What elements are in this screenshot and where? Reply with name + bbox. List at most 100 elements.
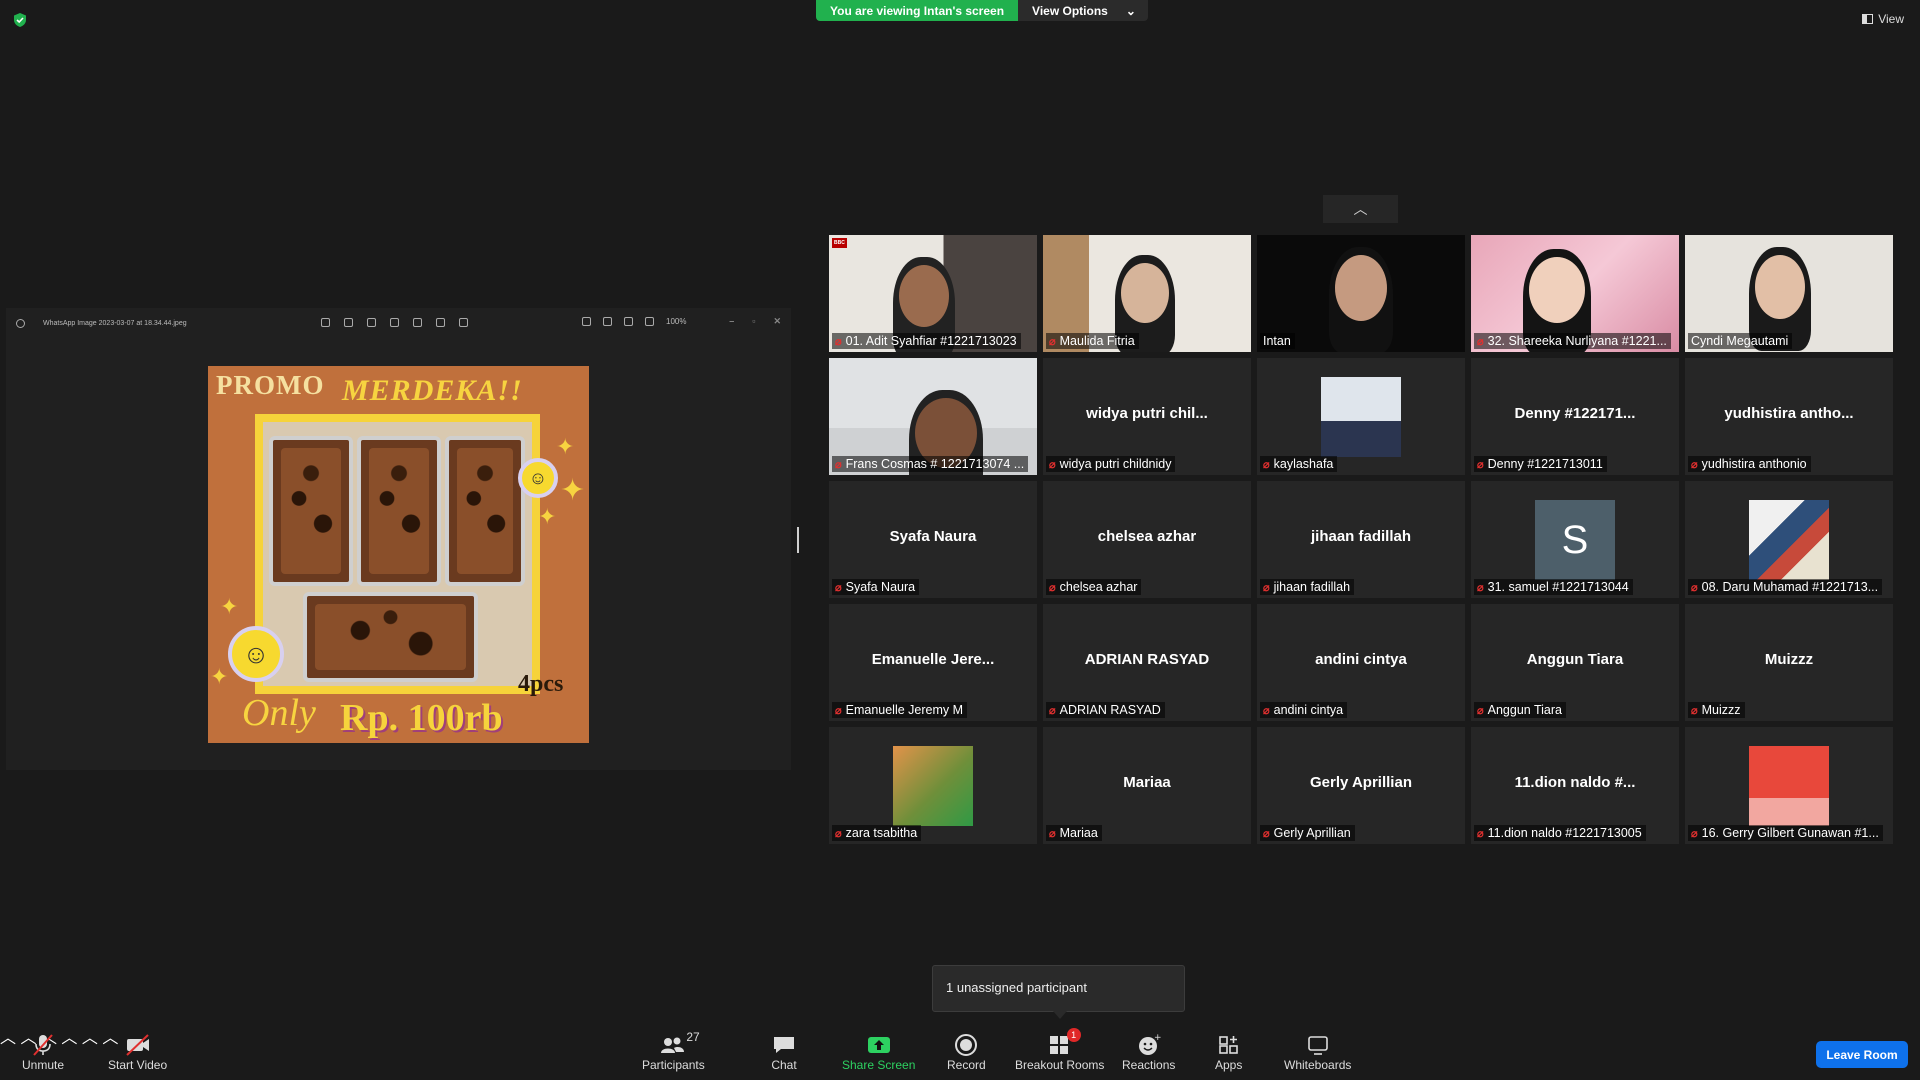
- participant-name-label: ⌀ Frans Cosmas # 1221713074 ...: [832, 456, 1029, 472]
- participant-name: Muizzz: [1701, 703, 1741, 717]
- svg-text:+: +: [1154, 1033, 1162, 1043]
- participant-tile[interactable]: ⌀ Maulida Fitria: [1043, 235, 1251, 352]
- participant-tile[interactable]: widya putri chil... ⌀ widya putri childnid…: [1043, 358, 1251, 475]
- participant-name: kaylashafa: [1273, 457, 1334, 471]
- food-tray: [357, 436, 441, 586]
- participant-tile[interactable]: Mariaa ⌀ Mariaa: [1043, 727, 1251, 844]
- participant-tile[interactable]: Anggun Tiara ⌀ Anggun Tiara: [1471, 604, 1679, 721]
- participant-tile[interactable]: Denny #122171... ⌀ Denny #1221713011: [1471, 358, 1679, 475]
- muted-mic-icon: ⌀: [1477, 458, 1484, 471]
- participant-tile[interactable]: jihaan fadillah ⌀ jihaan fadillah: [1257, 481, 1465, 598]
- participants-button[interactable]: 27 Participants: [642, 1030, 705, 1072]
- participant-name-label: ⌀ Mariaa: [1046, 825, 1102, 841]
- share-screen-button[interactable]: Share Screen: [842, 1032, 915, 1072]
- participant-tile[interactable]: andini cintya ⌀ andini cintya: [1257, 604, 1465, 721]
- delete-icon: [367, 318, 376, 327]
- more-icon: [459, 318, 468, 327]
- apps-button[interactable]: Apps: [1215, 1032, 1242, 1072]
- participant-tile[interactable]: chelsea azhar ⌀ chelsea azhar: [1043, 481, 1251, 598]
- start-video-label: Start Video: [108, 1058, 168, 1072]
- participant-tile[interactable]: Gerly Aprillian ⌀ Gerly Aprillian: [1257, 727, 1465, 844]
- participant-avatar: [1321, 377, 1401, 457]
- participant-display-name: Emanuelle Jere...: [871, 651, 995, 668]
- muted-mic-icon: ⌀: [835, 827, 842, 840]
- participant-name: Syafa Naura: [845, 580, 916, 594]
- participant-name: Denny #1221713011: [1487, 457, 1603, 471]
- promo-only: Only: [242, 692, 316, 734]
- chat-button[interactable]: Chat: [771, 1032, 797, 1072]
- viewing-screen-label: You are viewing Intan's screen: [816, 0, 1019, 21]
- participant-name-label: ⌀ Denny #1221713011: [1474, 456, 1607, 472]
- view-options-button[interactable]: View Options ⌄: [1018, 0, 1148, 21]
- participant-name-label: ⌀ kaylashafa: [1260, 456, 1338, 472]
- participant-name-label: ⌀ ADRIAN RASYAD: [1046, 702, 1165, 718]
- participant-tile[interactable]: ⌀ Frans Cosmas # 1221713074 ...: [829, 358, 1037, 475]
- participant-tile[interactable]: ADRIAN RASYAD ⌀ ADRIAN RASYAD: [1043, 604, 1251, 721]
- apps-options-chevron-icon[interactable]: ︿: [82, 1030, 98, 1047]
- muted-mic-icon: ⌀: [1263, 704, 1270, 717]
- participant-tile[interactable]: Muizzz ⌀ Muizzz: [1685, 604, 1893, 721]
- participant-name: 32. Shareeka Nurliyana #1221...: [1487, 334, 1667, 348]
- participant-tile[interactable]: ⌀ zara tsabitha: [829, 727, 1037, 844]
- participant-tile[interactable]: BBC ⌀ 01. Adit Syahfiar #1221713023: [829, 235, 1037, 352]
- participant-tile[interactable]: yudhistira antho... ⌀ yudhistira anthonio: [1685, 358, 1893, 475]
- split-view-handle[interactable]: [797, 527, 799, 553]
- participant-display-name: Muizzz: [1764, 651, 1814, 668]
- start-video-button[interactable]: Start Video: [108, 1032, 167, 1072]
- participant-initial-avatar: S: [1535, 500, 1615, 580]
- participant-name: ADRIAN RASYAD: [1059, 703, 1161, 717]
- share-screen-label: Share Screen: [842, 1058, 916, 1072]
- sparkle-star: ✦: [560, 474, 586, 507]
- security-shield-icon[interactable]: [12, 12, 28, 28]
- breakout-rooms-label: Breakout Rooms: [1015, 1058, 1105, 1072]
- share-screen-icon: [866, 1032, 892, 1058]
- participant-tile[interactable]: Syafa Naura ⌀ Syafa Naura: [829, 481, 1037, 598]
- participant-name-label: Cyndi Megautami: [1688, 333, 1793, 349]
- participant-display-name: widya putri chil...: [1086, 405, 1208, 422]
- participant-name: zara tsabitha: [845, 826, 918, 840]
- whiteboards-button[interactable]: Whiteboards: [1284, 1032, 1351, 1072]
- participant-name-label: ⌀ Anggun Tiara: [1474, 702, 1566, 718]
- chat-label: Chat: [771, 1058, 797, 1072]
- reactions-button[interactable]: + Reactions: [1122, 1032, 1175, 1072]
- muted-mic-icon: ⌀: [835, 335, 842, 348]
- participant-name-label: ⌀ Gerly Aprillian: [1260, 825, 1355, 841]
- participant-name-label: ⌀ Syafa Naura: [832, 579, 920, 595]
- participant-tile[interactable]: 11.dion naldo #... ⌀ 11.dion naldo #122171…: [1471, 727, 1679, 844]
- participant-name: Gerly Aprillian: [1273, 826, 1351, 840]
- participant-tile[interactable]: S ⌀ 31. samuel #1221713044: [1471, 481, 1679, 598]
- chevron-down-icon: ⌄: [1125, 3, 1136, 18]
- participant-tile[interactable]: Intan: [1257, 235, 1465, 352]
- chat-icon: [771, 1032, 797, 1058]
- muted-mic-icon: ⌀: [1263, 581, 1270, 594]
- screen-share-banner: You are viewing Intan's screen View Opti…: [816, 0, 1148, 21]
- participant-face: [1121, 263, 1169, 323]
- participant-avatar: [1749, 500, 1829, 580]
- participant-tile[interactable]: ⌀ 08. Daru Muhamad #1221713...: [1685, 481, 1893, 598]
- participant-avatar: [893, 746, 973, 826]
- collapse-gallery-button[interactable]: ︿: [1323, 195, 1398, 223]
- participant-tile[interactable]: Emanuelle Jere... ⌀ Emanuelle Jeremy M: [829, 604, 1037, 721]
- sparkle-star: ✦: [556, 434, 575, 459]
- participant-tile[interactable]: Cyndi Megautami: [1685, 235, 1893, 352]
- participant-face: [1529, 257, 1585, 323]
- participant-tile[interactable]: ⌀ kaylashafa: [1257, 358, 1465, 475]
- participant-tile[interactable]: ⌀ 32. Shareeka Nurliyana #1221...: [1471, 235, 1679, 352]
- smiley-sticker: ☺: [518, 458, 558, 498]
- breakout-rooms-button[interactable]: 1 Breakout Rooms: [1015, 1028, 1105, 1072]
- sparkle-star: ✦: [220, 594, 239, 619]
- tooltip-text: 1 unassigned participant: [946, 980, 1087, 995]
- participant-display-name: Syafa Naura: [889, 528, 977, 545]
- unmute-button[interactable]: Unmute: [22, 1032, 64, 1072]
- zoom-level: 100%: [666, 317, 687, 326]
- reactions-label: Reactions: [1122, 1058, 1176, 1072]
- view-button[interactable]: View: [1862, 12, 1904, 26]
- audio-options-chevron-icon[interactable]: ︿: [0, 1030, 16, 1047]
- record-button[interactable]: Record: [947, 1032, 986, 1072]
- leave-room-button[interactable]: Leave Room: [1816, 1041, 1908, 1068]
- participant-display-name: chelsea azhar: [1097, 528, 1197, 545]
- participant-tile[interactable]: ⌀ 16. Gerry Gilbert Gunawan #1...: [1685, 727, 1893, 844]
- muted-mic-icon: ⌀: [1049, 335, 1056, 348]
- muted-mic-icon: ⌀: [1049, 704, 1056, 717]
- participant-name-label: ⌀ andini cintya: [1260, 702, 1348, 718]
